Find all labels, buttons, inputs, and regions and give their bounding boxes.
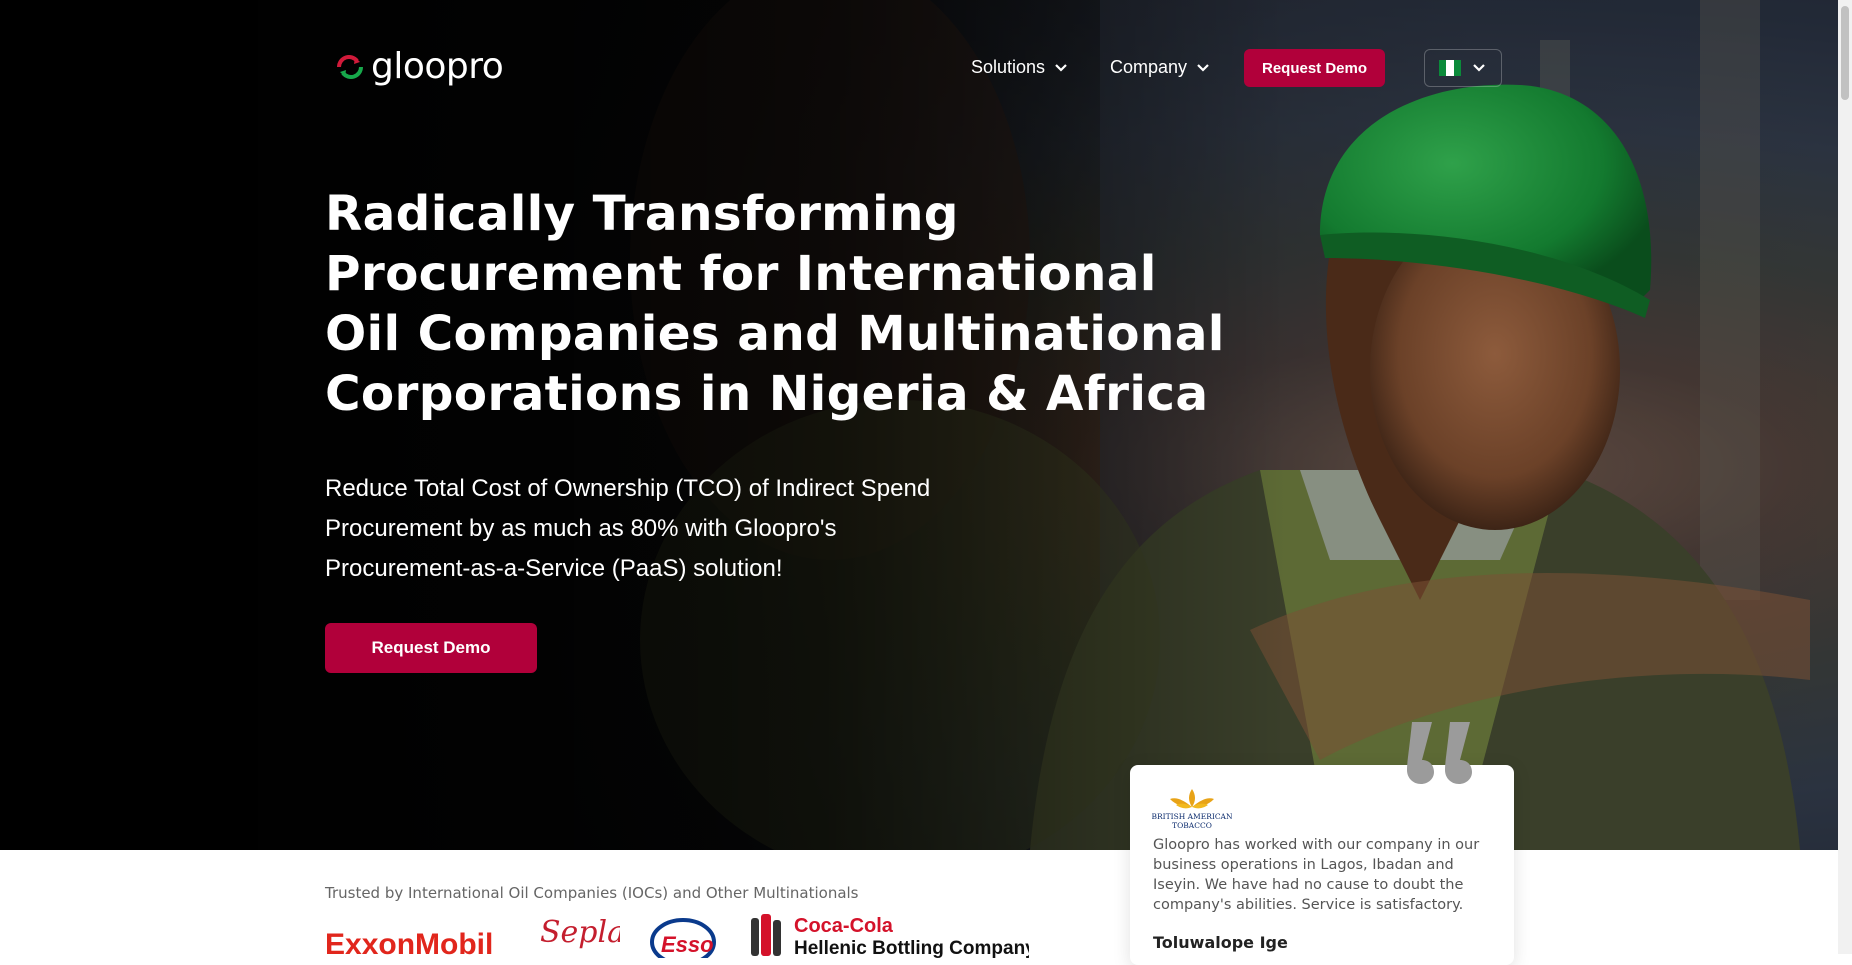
nav-solutions[interactable]: Solutions xyxy=(971,57,1069,78)
nigeria-flag-icon xyxy=(1439,60,1461,76)
testimonial-author: Toluwalope Ige xyxy=(1153,933,1288,952)
svg-text:Esso: Esso xyxy=(661,932,714,957)
gloopro-logo[interactable]: gloopro xyxy=(335,46,504,87)
coca-cola-hbc-logo: Coca-Cola Hellenic Bottling Company xyxy=(751,914,1029,958)
chevron-down-icon xyxy=(1473,64,1485,72)
testimonial-card: BRITISH AMERICAN TOBACCO Gloopro has wor… xyxy=(1130,765,1514,965)
gloopro-logo-icon xyxy=(337,54,363,79)
svg-text:Coca-Cola: Coca-Cola xyxy=(794,915,894,937)
british-american-tobacco-logo: BRITISH AMERICAN TOBACCO xyxy=(1152,789,1232,830)
testimonial-text: Gloopro has worked with our company in o… xyxy=(1153,837,1480,913)
nav-solutions-label: Solutions xyxy=(971,57,1046,77)
chevron-down-icon xyxy=(1197,63,1209,72)
quote-mark-icon xyxy=(1407,722,1472,784)
svg-text:BRITISH AMERICAN: BRITISH AMERICAN xyxy=(1152,812,1232,821)
svg-text:Seplat: Seplat xyxy=(540,915,620,950)
chevron-down-icon xyxy=(1055,63,1067,72)
svg-text:Hellenic Bottling Company: Hellenic Bottling Company xyxy=(794,938,1029,958)
nav-company[interactable]: Company xyxy=(1110,57,1211,78)
language-selector[interactable] xyxy=(1424,49,1502,87)
svg-text:TOBACCO: TOBACCO xyxy=(1172,821,1212,830)
page-scrollbar[interactable] xyxy=(1838,0,1852,954)
hero-section: gloopro Solutions Company Request Demo R… xyxy=(0,0,1838,850)
hero-headline: Radically Transforming Procurement for I… xyxy=(325,186,1225,422)
nav-company-label: Company xyxy=(1110,57,1188,77)
logo-text: gloopro xyxy=(371,46,504,87)
hero-request-demo-button[interactable]: Request Demo xyxy=(325,623,537,673)
seplat-logo: Seplat xyxy=(540,915,620,950)
trusted-by-label: Trusted by International Oil Companies (… xyxy=(325,884,859,902)
hero-subtext: Reduce Total Cost of Ownership (TCO) of … xyxy=(325,475,931,582)
scrollbar-thumb[interactable] xyxy=(1841,6,1849,100)
exxonmobil-logo: ExxonMobil xyxy=(325,928,493,958)
esso-logo: Esso xyxy=(650,918,716,958)
hero-background-photo xyxy=(0,0,1838,850)
nav-request-demo-button[interactable]: Request Demo xyxy=(1244,49,1385,87)
